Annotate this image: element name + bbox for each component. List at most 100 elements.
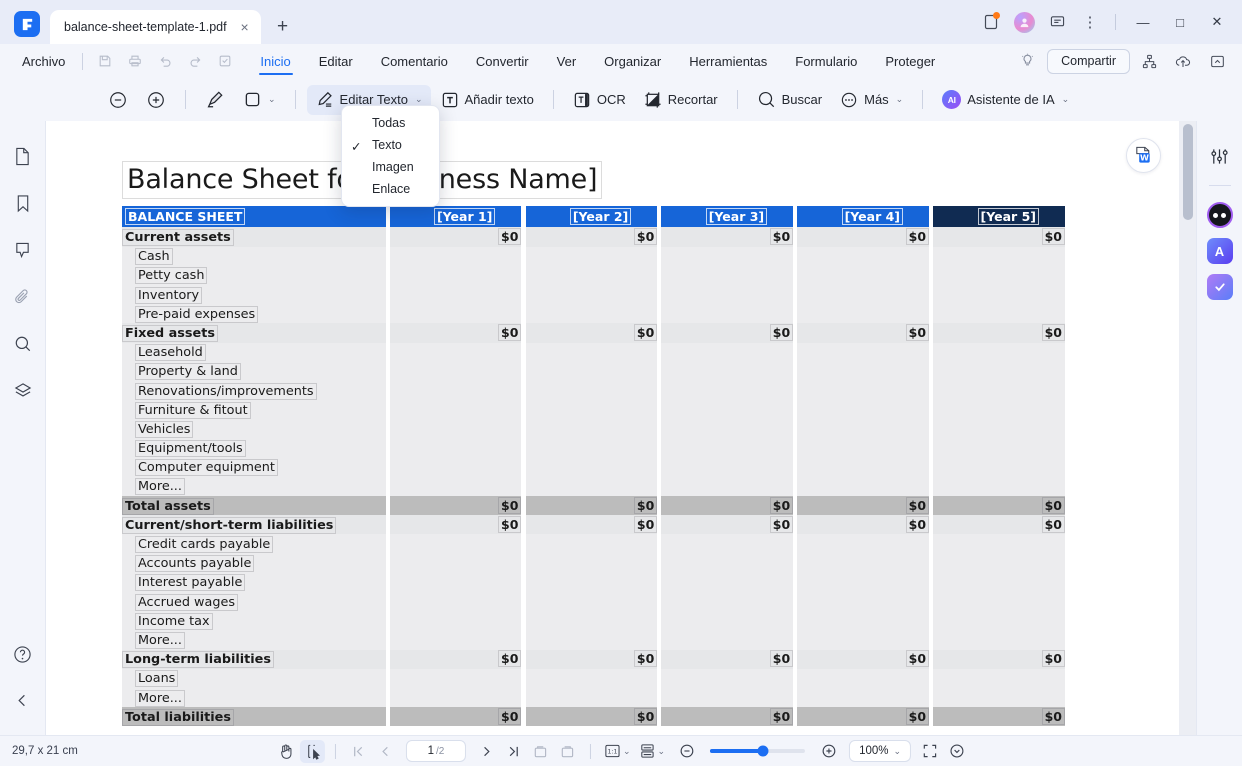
row-value-cell[interactable] [389,553,522,573]
row-value-cell[interactable]: $0 [389,323,522,343]
menu-tab-herramientas[interactable]: Herramientas [675,44,781,78]
row-value-cell[interactable] [661,534,794,554]
close-window-button[interactable]: ✕ [1200,8,1234,36]
properties-sliders-icon[interactable] [1206,143,1234,169]
row-value-cell[interactable]: $0 [933,649,1065,669]
row-value-cell[interactable] [389,265,522,285]
row-value-cell[interactable] [661,285,794,305]
row-value-cell[interactable] [661,419,794,439]
row-value-cell[interactable] [389,419,522,439]
page-number-input[interactable]: 1 /2 [405,740,466,762]
pan-tool-icon[interactable] [273,740,298,763]
row-value-cell[interactable] [797,534,930,554]
row-value-cell[interactable]: $0 [933,227,1065,247]
share-button[interactable]: Compartir [1047,48,1130,74]
row-label-cell[interactable]: Inventory [122,285,386,305]
zoom-slider[interactable] [710,745,806,757]
row-value-cell[interactable] [525,246,658,266]
row-value-cell[interactable] [525,572,658,592]
page-thumbnails-icon[interactable] [9,143,37,169]
row-value-cell[interactable] [933,668,1065,688]
vertical-scrollbar-track[interactable] [1179,121,1196,735]
dropdown-item-todas[interactable]: Todas [342,112,439,134]
row-value-cell[interactable] [525,361,658,381]
row-label-cell[interactable]: Renovations/improvements [122,380,386,401]
row-value-cell[interactable] [933,342,1065,362]
row-value-cell[interactable]: $0 [933,323,1065,343]
row-value-cell[interactable] [661,668,794,688]
verify-check-icon[interactable] [1206,274,1233,300]
row-value-cell[interactable] [797,553,930,573]
row-value-cell[interactable] [661,246,794,266]
rotate-right-icon[interactable] [555,740,580,763]
menu-tab-editar[interactable]: Editar [305,44,367,78]
row-value-cell[interactable] [389,630,522,650]
row-value-cell[interactable] [525,304,658,324]
row-value-cell[interactable] [797,380,930,401]
zoom-in-status-icon[interactable] [816,740,841,763]
row-value-cell[interactable] [797,630,930,650]
row-value-cell[interactable] [797,592,930,612]
row-value-cell[interactable] [933,380,1065,401]
row-value-cell[interactable] [389,572,522,592]
row-value-cell[interactable] [933,630,1065,650]
row-label-cell[interactable]: Fixed assets [122,323,386,343]
row-label-cell[interactable]: Equipment/tools [122,438,386,458]
row-value-cell[interactable] [797,342,930,362]
row-label-cell[interactable]: Vehicles [122,419,386,439]
row-value-cell[interactable] [797,611,930,631]
menu-tab-inicio[interactable]: Inicio [246,44,304,78]
row-label-cell[interactable]: Furniture & fitout [122,400,386,420]
menu-tab-comentario[interactable]: Comentario [367,44,462,78]
row-label-cell[interactable]: Long-term liabilities [122,649,386,669]
row-value-cell[interactable] [661,572,794,592]
row-value-cell[interactable]: $0 [661,323,794,343]
row-value-cell[interactable]: $0 [797,515,930,535]
row-value-cell[interactable] [661,342,794,362]
row-value-cell[interactable] [933,438,1065,458]
row-label-cell[interactable]: Petty cash [122,265,386,285]
dropdown-item-imagen[interactable]: Imagen [342,156,439,178]
row-value-cell[interactable] [933,553,1065,573]
document-tab[interactable]: balance-sheet-template-1.pdf × [50,10,261,44]
row-value-cell[interactable] [933,592,1065,612]
row-label-cell[interactable]: Accounts payable [122,553,386,573]
row-value-cell[interactable] [389,687,522,708]
row-value-cell[interactable] [525,285,658,305]
row-value-cell[interactable] [525,265,658,285]
vertical-scrollbar-thumb[interactable] [1183,124,1193,220]
row-value-cell[interactable] [525,630,658,650]
row-value-cell[interactable]: $0 [797,227,930,247]
page-fit-icon[interactable]: 1:1 ⌄ [601,740,634,763]
row-value-cell[interactable] [797,285,930,305]
maximize-button[interactable]: □ [1163,8,1197,36]
row-value-cell[interactable]: $0 [389,496,522,516]
print-icon[interactable] [120,48,150,74]
row-value-cell[interactable] [661,304,794,324]
row-value-cell[interactable] [389,285,522,305]
row-value-cell[interactable] [797,265,930,285]
row-value-cell[interactable] [797,438,930,458]
row-label-cell[interactable]: More... [122,476,386,497]
row-value-cell[interactable]: $0 [389,649,522,669]
attachments-icon[interactable] [9,284,37,310]
layers-icon[interactable] [9,378,37,404]
crop-button[interactable]: Recortar [636,85,726,115]
row-value-cell[interactable]: $0 [389,227,522,247]
highlight-button[interactable] [197,85,234,115]
row-value-cell[interactable] [933,457,1065,477]
row-value-cell[interactable]: $0 [525,707,658,727]
row-value-cell[interactable] [525,380,658,401]
row-value-cell[interactable] [661,630,794,650]
row-value-cell[interactable]: $0 [797,496,930,516]
row-value-cell[interactable] [661,553,794,573]
collapse-ribbon-icon[interactable] [1202,47,1232,75]
bookmarks-icon[interactable] [9,190,37,216]
row-value-cell[interactable]: $0 [797,707,930,727]
comments-icon[interactable] [9,237,37,263]
search-panel-icon[interactable] [9,331,37,357]
row-value-cell[interactable] [797,246,930,266]
row-label-cell[interactable]: Total assets [122,496,386,516]
row-value-cell[interactable]: $0 [525,227,658,247]
row-value-cell[interactable] [389,592,522,612]
